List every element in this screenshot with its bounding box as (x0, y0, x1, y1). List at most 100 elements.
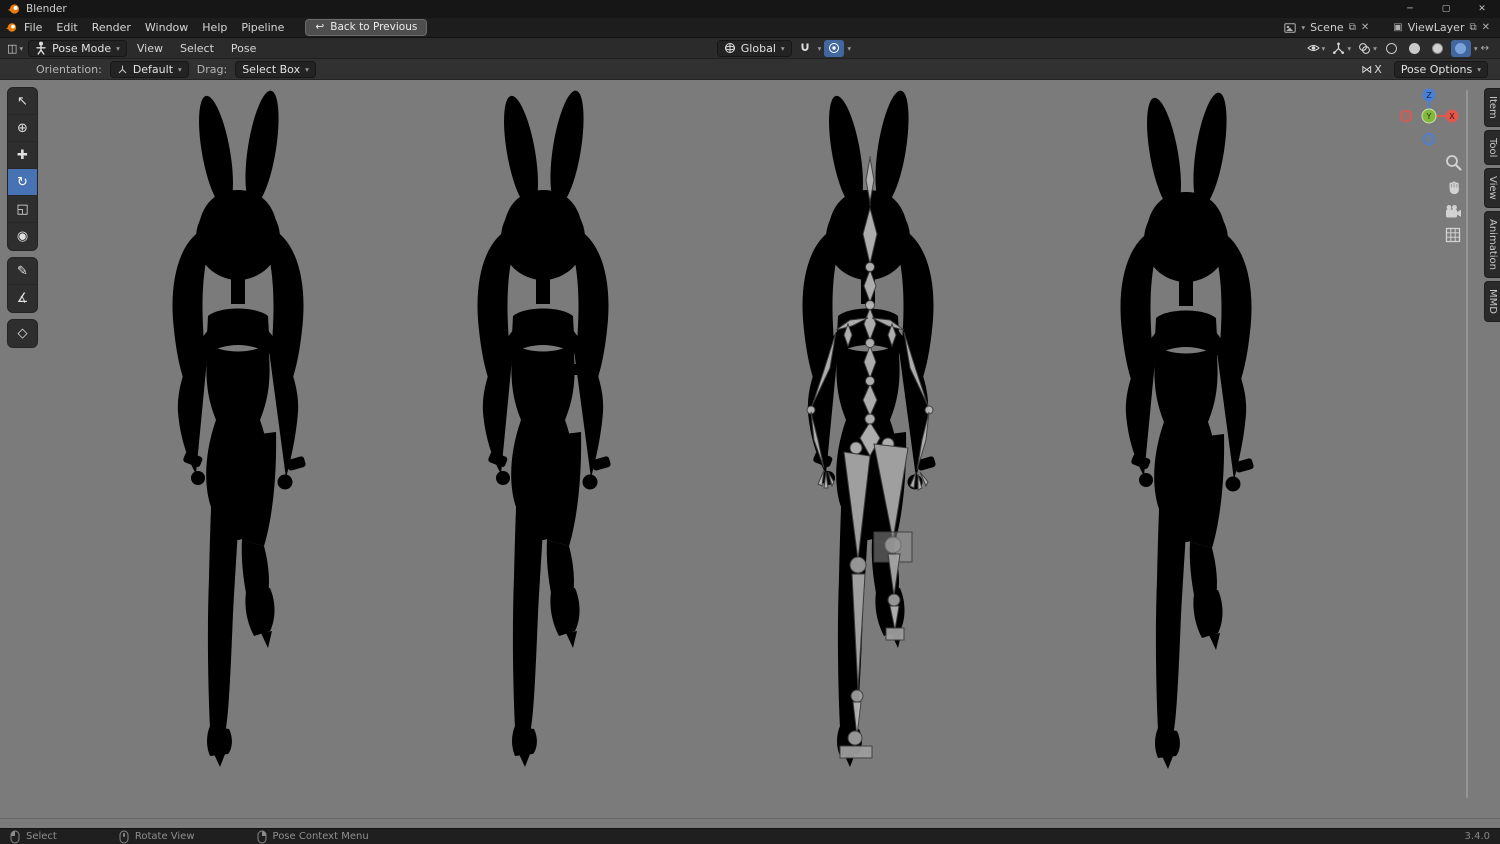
overlays-button[interactable]: ▾ (1356, 40, 1379, 57)
floor-grid-line (0, 818, 1500, 819)
tab-item[interactable]: Item (1484, 88, 1500, 127)
editor-type-button[interactable]: ◫ ▾ (5, 40, 25, 57)
solid-sphere-icon (1409, 42, 1421, 54)
figure-censored[interactable] (435, 88, 655, 768)
censor-bar-chest (524, 364, 579, 375)
tool-transform-button[interactable]: ◉ (8, 223, 37, 250)
status-select: Select (10, 830, 57, 844)
transform-orientation-dropdown[interactable]: Global ▾ (716, 39, 792, 57)
orientation-value: Global (740, 41, 776, 55)
scene-new-icon[interactable]: ⧉ (1349, 22, 1356, 33)
close-button[interactable]: ✕ (1464, 0, 1500, 18)
viewport-header: ◫ ▾ Pose Mode ▾ View Select Pose Global … (0, 38, 1500, 59)
eye-icon (1306, 45, 1320, 51)
tool-scale-button[interactable]: ◱ (8, 196, 37, 223)
proportional-settings-chevron[interactable]: ▾ (847, 44, 851, 53)
viewlayer-unlink-icon[interactable]: ✕ (1482, 22, 1490, 33)
hand-icon[interactable] (1445, 179, 1462, 196)
tool-rotate-button[interactable]: ↻ (8, 169, 37, 196)
window-title: Blender (26, 3, 67, 15)
visibility-chevron: ▾ (1321, 43, 1326, 53)
menu-view[interactable]: View (130, 40, 170, 57)
back-to-previous-button[interactable]: ↩ Back to Previous (305, 19, 428, 36)
tool-select-box-button[interactable]: ↖ (8, 88, 37, 115)
axis-y-label: Y (1426, 112, 1432, 121)
menu-pose[interactable]: Pose (224, 40, 263, 57)
mirror-x-toggle[interactable]: ⋈ X (1359, 61, 1384, 78)
zoom-icon[interactable] (1445, 154, 1462, 171)
figure-clothed[interactable] (130, 88, 350, 768)
grid-icon[interactable] (1445, 227, 1461, 243)
shading-settings-chevron[interactable]: ▾ (1474, 44, 1478, 53)
axis-z-negative-handle[interactable] (1422, 132, 1436, 146)
header-expand-icon[interactable]: ↔ (1481, 43, 1489, 54)
maximize-button[interactable]: ▢ (1428, 0, 1464, 18)
mouse-right-icon (257, 830, 267, 843)
camera-icon[interactable] (1444, 204, 1462, 219)
menu-file[interactable]: File (17, 19, 49, 36)
blender-logo-icon (8, 3, 20, 15)
snap-toggle-button[interactable] (795, 40, 815, 57)
tool-move-button[interactable]: ✚ (8, 142, 37, 169)
figure-wireframe[interactable] (1078, 90, 1298, 770)
status-bar: Select Rotate View Pose Context Menu 3.4… (0, 828, 1500, 844)
censor-bar-lower (539, 465, 549, 503)
drag-dropdown[interactable]: Select Box ▾ (235, 60, 316, 78)
shading-material-button[interactable] (1428, 40, 1448, 57)
tool-cursor-button[interactable]: ⊕ (8, 115, 37, 142)
blender-menu-icon[interactable] (6, 22, 17, 33)
object-visibility-button[interactable]: ▾ (1305, 40, 1328, 57)
shading-rendered-button[interactable] (1450, 39, 1471, 57)
shading-wireframe-button[interactable] (1382, 40, 1402, 57)
viewport[interactable]: ↖ ⊕ ✚ ↻ ◱ ◉ ✎ ∡ ◇ Z X Y Item Tool View A… (0, 80, 1500, 828)
scene-name[interactable]: Scene (1310, 21, 1344, 34)
shading-solid-button[interactable] (1405, 40, 1425, 57)
menu-window[interactable]: Window (138, 19, 195, 36)
navigation-gizmo[interactable]: Z X Y (1398, 85, 1460, 147)
menu-edit[interactable]: Edit (49, 19, 84, 36)
scene-unlink-icon[interactable]: ✕ (1361, 22, 1369, 33)
mouse-middle-icon (119, 830, 129, 843)
proportional-editing-button[interactable] (824, 39, 845, 57)
mode-selector[interactable]: Pose Mode ▾ (28, 39, 127, 57)
orientation-chevron: ▾ (780, 43, 785, 53)
globe-icon (724, 43, 735, 53)
menu-select[interactable]: Select (173, 40, 221, 57)
menu-pipeline[interactable]: Pipeline (234, 19, 291, 36)
status-pose-context-menu: Pose Context Menu (257, 830, 369, 844)
figure-armature[interactable] (760, 88, 980, 768)
drag-value: Select Box (242, 62, 301, 76)
tool-annotate-button[interactable]: ✎ (8, 258, 37, 285)
viewlayer-icon[interactable]: ▣ (1393, 22, 1402, 33)
scene-browse-chevron[interactable]: ▾ (1301, 23, 1305, 32)
back-to-previous-label: Back to Previous (330, 21, 418, 33)
tool-extra-button[interactable]: ◇ (8, 320, 37, 347)
version-label: 3.4.0 (1464, 831, 1490, 842)
orientation-default-dropdown[interactable]: Default ▾ (109, 60, 189, 78)
proportional-icon (829, 43, 840, 53)
minimize-button[interactable]: ─ (1392, 0, 1428, 18)
gizmos-button[interactable]: ▾ (1330, 40, 1353, 57)
pose-options-dropdown[interactable]: Pose Options ▾ (1393, 60, 1488, 78)
orientation-default-value: Default (132, 62, 174, 76)
axis-x-negative-handle[interactable] (1399, 109, 1413, 123)
tool-measure-button[interactable]: ∡ (8, 285, 37, 312)
view-controls (1444, 154, 1462, 243)
tab-view[interactable]: View (1484, 168, 1500, 208)
tool-group-select: ↖ ⊕ ✚ ↻ ◱ ◉ (7, 87, 38, 251)
viewport-scrollbar[interactable] (1466, 90, 1468, 798)
menu-render[interactable]: Render (85, 19, 138, 36)
scene-browse-icon[interactable] (1284, 22, 1297, 33)
viewlayer-name[interactable]: ViewLayer (1408, 21, 1465, 34)
tab-mmd[interactable]: MMD (1484, 280, 1500, 322)
menu-bar: File Edit Render Window Help Pipeline ↩ … (0, 18, 1500, 38)
tab-tool[interactable]: Tool (1484, 129, 1500, 166)
menu-help[interactable]: Help (195, 19, 234, 36)
orientation-label: Orientation: (36, 62, 102, 76)
mode-label: Pose Mode (52, 41, 112, 55)
axis-x-label: X (1449, 112, 1455, 121)
tab-animation[interactable]: Animation (1484, 210, 1500, 278)
drag-chevron: ▾ (305, 64, 309, 74)
snap-settings-chevron[interactable]: ▾ (818, 44, 822, 53)
viewlayer-new-icon[interactable]: ⧉ (1469, 22, 1476, 33)
